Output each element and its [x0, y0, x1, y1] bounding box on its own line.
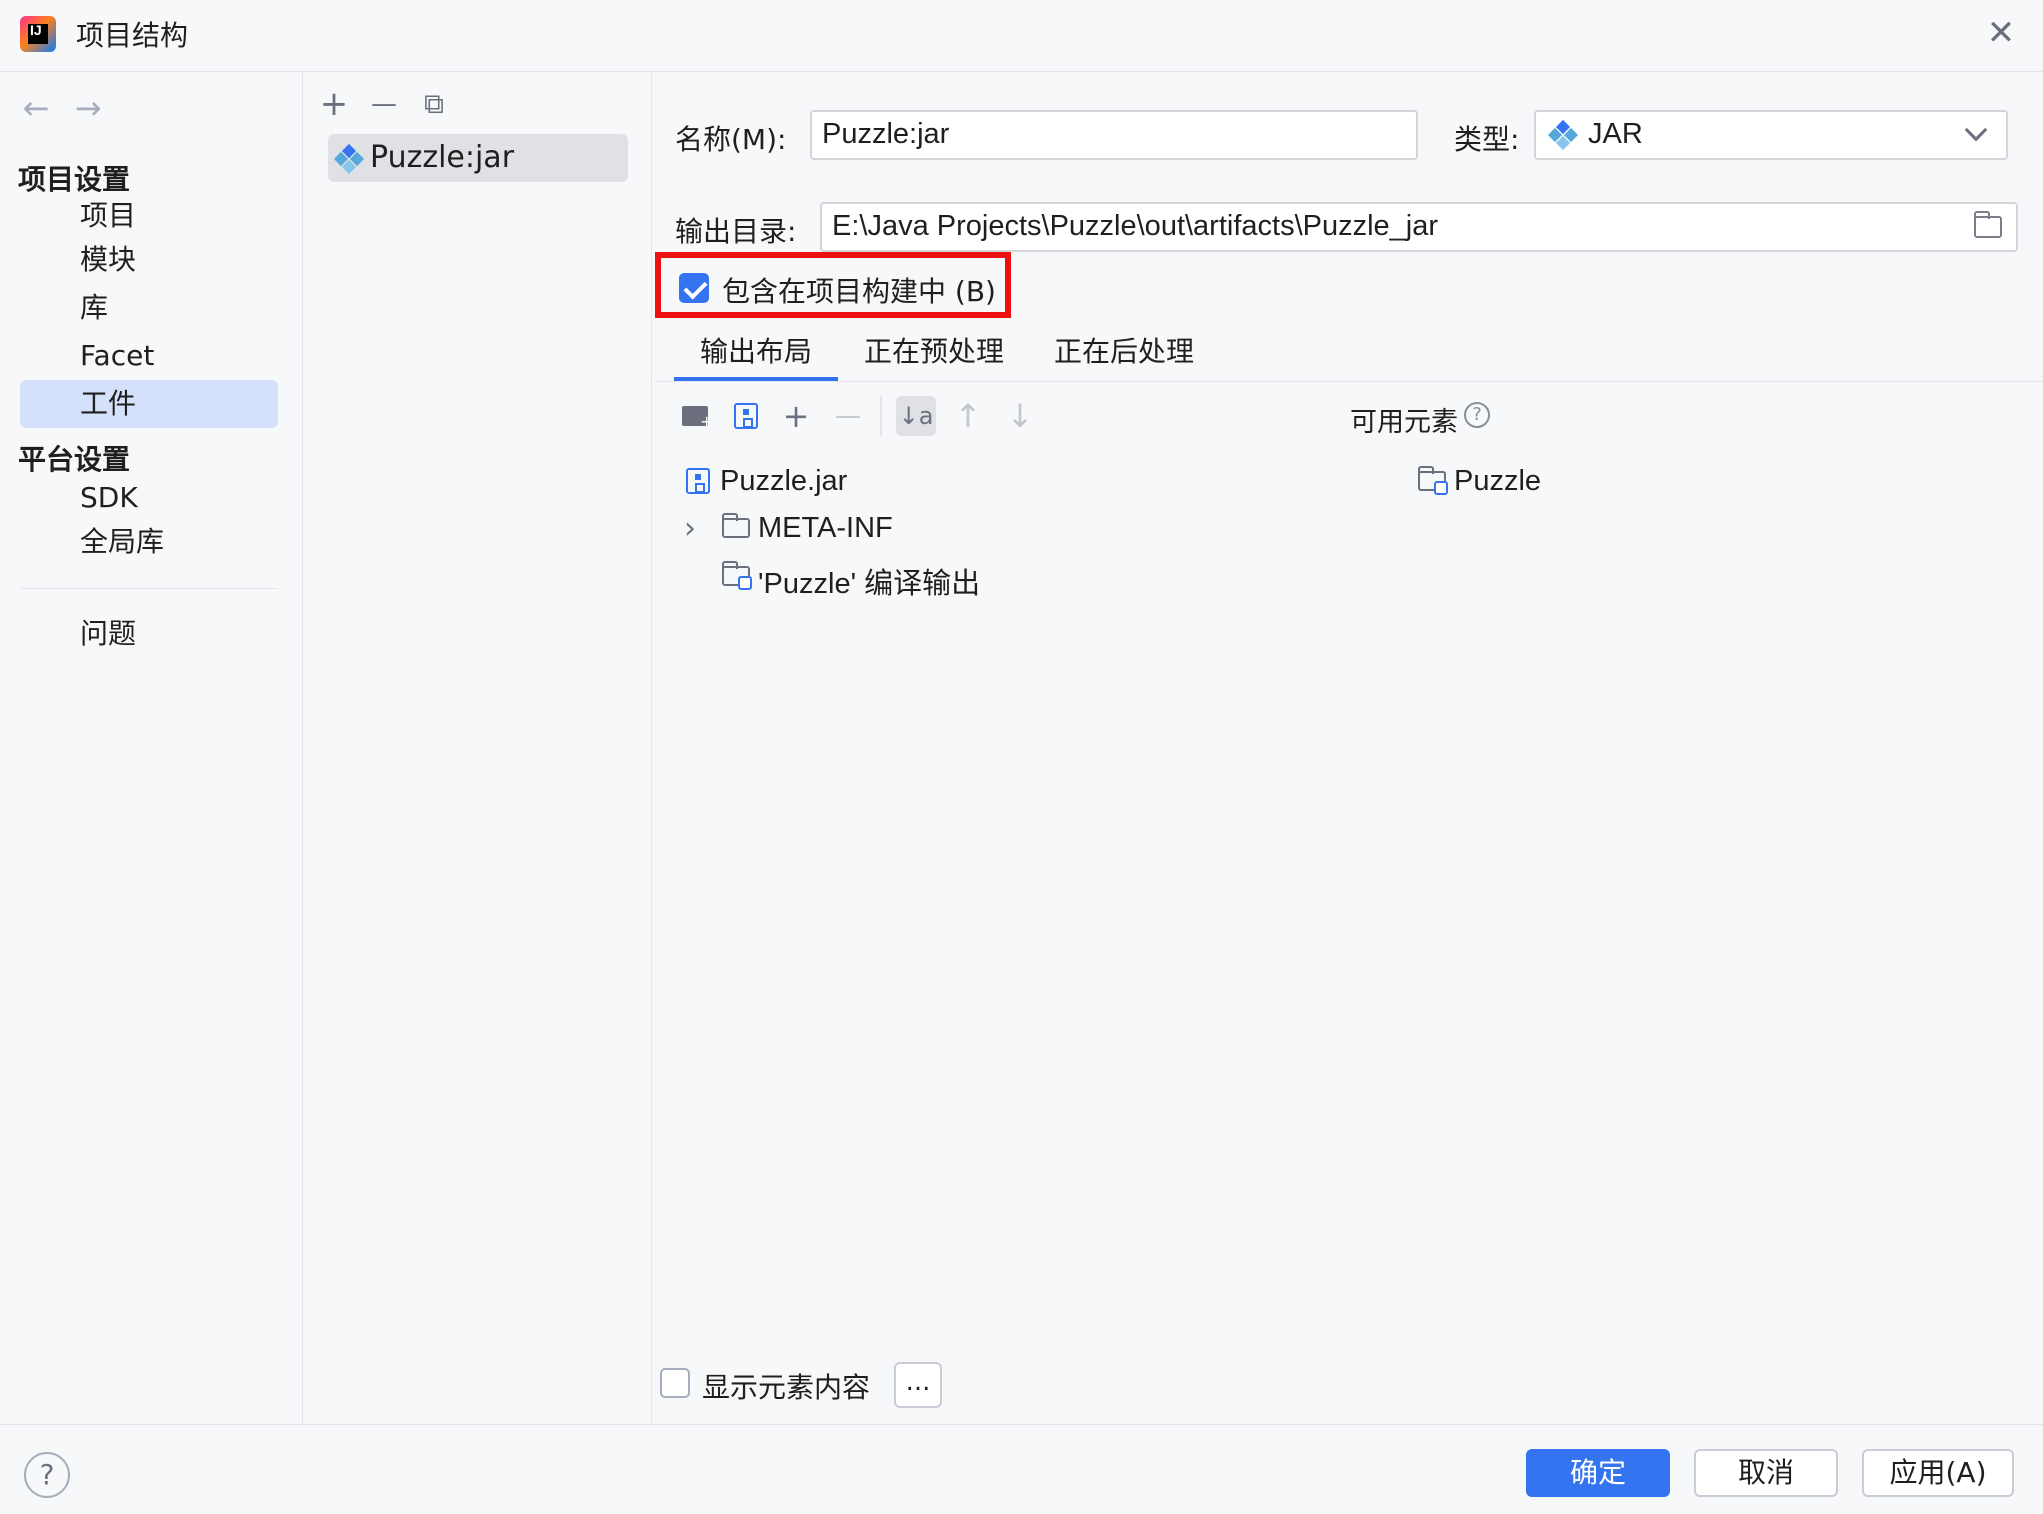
tree-item-label: META-INF	[758, 512, 893, 544]
title-bar: IJ 项目结构 ✕	[0, 0, 2043, 72]
jar-archive-icon	[686, 468, 710, 494]
sidebar-item-global-libraries[interactable]: 全局库	[20, 518, 278, 566]
folder-icon	[722, 513, 752, 538]
tabs-divider	[654, 381, 2043, 382]
help-button[interactable]: ?	[24, 1452, 70, 1498]
platform-settings-header: 平台设置	[18, 443, 131, 476]
add-copy-of-icon[interactable]: +	[776, 396, 816, 436]
window-title: 项目结构	[76, 19, 189, 52]
jar-artifact-icon	[333, 143, 365, 175]
sidebar-item-facet[interactable]: Facet	[20, 332, 278, 380]
sidebar-item-modules[interactable]: 模块	[20, 236, 278, 284]
available-elements-header: 可用元素	[1350, 407, 1458, 438]
name-input[interactable]: Puzzle:jar	[810, 110, 1418, 160]
tab-output-layout[interactable]: 输出布局	[674, 330, 838, 382]
type-dropdown[interactable]: JAR	[1534, 110, 2008, 160]
create-directory-icon[interactable]: +	[676, 396, 716, 436]
jar-type-icon	[1547, 119, 1579, 151]
apply-button[interactable]: 应用(A)	[1862, 1449, 2014, 1497]
output-dir-input[interactable]: E:\Java Projects\Puzzle\out\artifacts\Pu…	[820, 202, 2018, 252]
tab-post-processing[interactable]: 正在后处理	[1054, 330, 1194, 382]
name-label: 名称(M):	[675, 123, 787, 156]
ok-button[interactable]: 确定	[1526, 1449, 1670, 1497]
add-artifact-icon[interactable]: +	[314, 84, 354, 124]
show-contents-checkbox[interactable]	[660, 1368, 690, 1398]
show-contents-label[interactable]: 显示元素内容	[702, 1366, 870, 1406]
include-in-build-label[interactable]: 包含在项目构建中 (B)	[722, 270, 996, 310]
move-up-icon[interactable]: ↑	[948, 396, 988, 436]
type-dropdown-value: JAR	[1588, 118, 1643, 150]
remove-element-icon[interactable]: —	[828, 396, 868, 436]
artifact-item-puzzle-jar[interactable]: Puzzle:jar	[328, 134, 628, 182]
available-item-label: Puzzle	[1454, 465, 1542, 497]
sort-elements-icon[interactable]: ↓a	[896, 396, 936, 436]
settings-sidebar: ← → 项目设置 项目 模块 库 Facet 工件 平台设置 SDK 全局库 问…	[0, 72, 303, 1424]
copy-artifact-icon[interactable]: ⧉	[414, 84, 454, 124]
sidebar-item-sdk[interactable]: SDK	[20, 474, 278, 522]
sidebar-item-problems[interactable]: 问题	[20, 610, 278, 658]
output-dir-label: 输出目录:	[675, 215, 797, 248]
tree-root-label: Puzzle.jar	[720, 465, 848, 497]
sidebar-item-libraries[interactable]: 库	[20, 284, 278, 332]
sidebar-divider	[20, 588, 278, 589]
intellij-app-icon: IJ	[20, 16, 56, 52]
toolbar-separator	[880, 396, 882, 436]
footer-divider	[0, 1424, 2043, 1425]
type-label: 类型:	[1454, 123, 1520, 156]
chevron-right-icon[interactable]: ›	[684, 514, 696, 544]
more-options-button[interactable]: ...	[894, 1362, 942, 1408]
add-archive-icon[interactable]	[726, 396, 766, 436]
browse-folder-icon[interactable]	[1974, 211, 2008, 240]
module-output-folder-icon	[722, 561, 752, 590]
cancel-button[interactable]: 取消	[1694, 1449, 1838, 1497]
help-icon[interactable]: ?	[1464, 402, 1490, 428]
tab-pre-processing[interactable]: 正在预处理	[864, 330, 1004, 382]
close-icon[interactable]: ✕	[1984, 16, 2018, 50]
move-down-icon[interactable]: ↓	[1000, 396, 1040, 436]
remove-artifact-icon[interactable]: —	[364, 84, 404, 124]
module-folder-icon	[1418, 466, 1448, 495]
artifact-list-panel: + — ⧉ Puzzle:jar	[304, 72, 652, 1424]
include-in-build-checkbox[interactable]	[679, 273, 709, 303]
chevron-down-icon	[1964, 118, 1988, 142]
forward-arrow-icon[interactable]: →	[70, 90, 106, 126]
tree-item-label: 'Puzzle' 编译输出	[758, 568, 981, 600]
artifact-item-label: Puzzle:jar	[370, 140, 515, 175]
sidebar-item-project[interactable]: 项目	[20, 192, 278, 240]
sidebar-item-artifacts[interactable]: 工件	[20, 380, 278, 428]
back-arrow-icon[interactable]: ←	[18, 90, 54, 126]
